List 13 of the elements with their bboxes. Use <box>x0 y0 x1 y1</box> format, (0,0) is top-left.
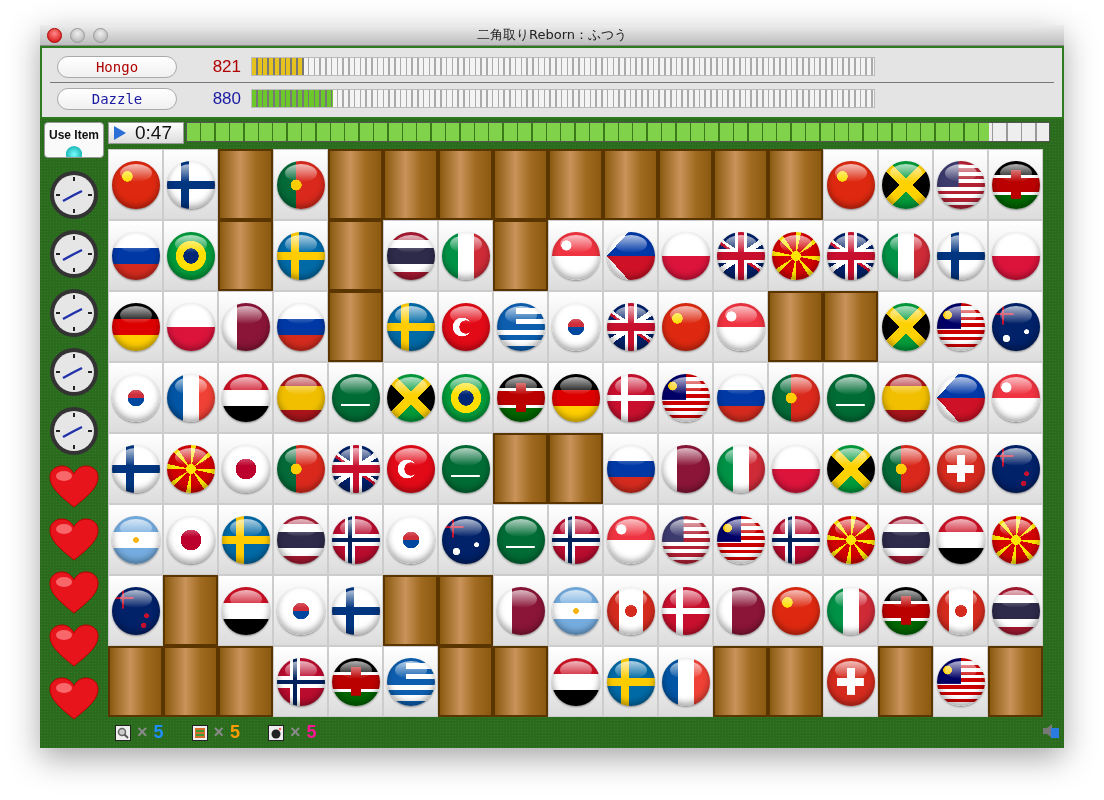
item-count: 5 <box>306 722 317 743</box>
player-name: Dazzle <box>57 87 177 110</box>
item-count: 5 <box>153 722 164 743</box>
use-item-button[interactable]: Use Item <box>44 122 104 158</box>
multiply-sign: × <box>290 722 301 743</box>
player-score: 821 <box>211 56 241 77</box>
player-score: 880 <box>211 88 241 109</box>
player-name: Hongo <box>57 55 177 78</box>
multiply-sign: × <box>213 722 225 743</box>
multiply-sign: × <box>137 722 148 743</box>
timer-text: 0:47 <box>135 122 172 144</box>
item-count: 5 <box>230 722 241 743</box>
window-title: 二角取りReborn：ふつう <box>477 26 627 44</box>
